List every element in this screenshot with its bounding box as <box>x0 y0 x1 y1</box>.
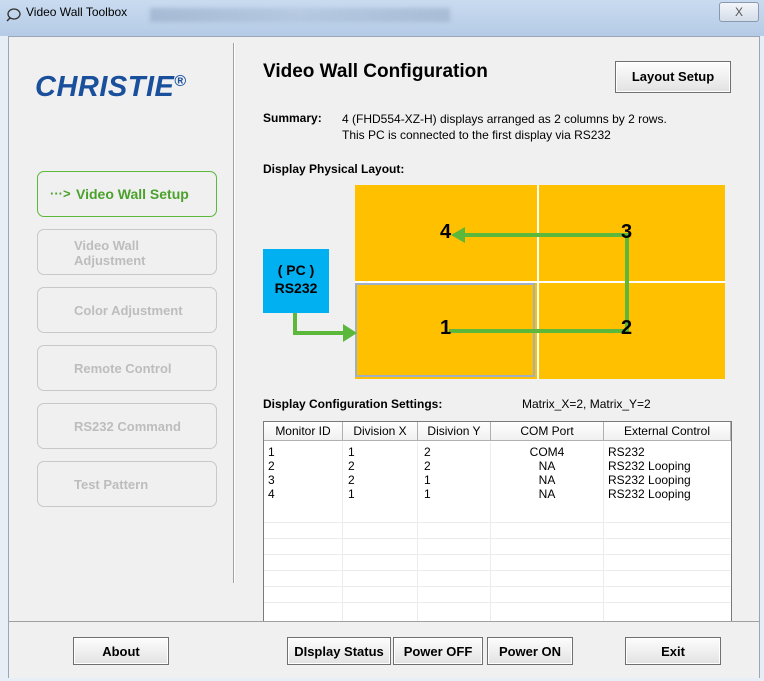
display-number-2: 2 <box>621 317 633 339</box>
nav-video-wall-setup[interactable]: ···> Video Wall Setup <box>37 171 217 217</box>
pc-connection-box: ( PC ) RS232 <box>263 249 329 313</box>
config-settings-label: Display Configuration Settings: <box>263 397 443 411</box>
app-frame: CHRISTIE® ···> Video Wall Setup Video Wa… <box>8 36 760 678</box>
nav-rs232-command[interactable]: RS232 Command <box>37 403 217 449</box>
col-com-port[interactable]: COM Port <box>491 422 604 441</box>
display-number-4: 4 <box>440 221 452 243</box>
col-monitor-id[interactable]: Monitor ID <box>264 422 343 441</box>
row-line <box>264 602 731 603</box>
nav-label-line2: Adjustment <box>74 253 146 268</box>
display-number-3: 3 <box>621 221 633 243</box>
row-line <box>264 586 731 587</box>
cell-division-y: 1 <box>424 473 431 487</box>
display-wall-grid: 4 3 1 2 <box>355 185 725 379</box>
pc-connection-arrow <box>293 313 357 342</box>
nav-label: Video Wall Setup <box>76 186 189 202</box>
pc-port: RS232 <box>274 280 318 296</box>
table-row[interactable]: 4 1 1 NA RS232 Looping <box>264 487 731 503</box>
christie-logo: CHRISTIE® <box>35 71 187 103</box>
pc-label: ( PC ) <box>277 262 315 278</box>
cell-external-control: RS232 Looping <box>608 459 691 473</box>
display-status-button[interactable]: DIsplay Status <box>287 637 391 665</box>
nav-video-wall-adjustment[interactable]: Video Wall Adjustment <box>37 229 217 275</box>
cell-division-y: 2 <box>424 445 431 459</box>
matrix-text: Matrix_X=2, Matrix_Y=2 <box>522 397 651 411</box>
table-header: Monitor ID Division X Disivion Y COM Por… <box>264 422 731 442</box>
cell-monitor-id: 1 <box>268 445 275 459</box>
display-config-table: Monitor ID Division X Disivion Y COM Por… <box>263 421 732 623</box>
layout-setup-button[interactable]: Layout Setup <box>615 61 731 93</box>
col-external-control[interactable]: External Control <box>604 422 731 441</box>
power-on-button[interactable]: Power ON <box>487 637 573 665</box>
cell-external-control: RS232 <box>608 445 645 459</box>
physical-layout-label: Display Physical Layout: <box>263 162 405 176</box>
cell-external-control: RS232 Looping <box>608 487 691 501</box>
nav-label: Color Adjustment <box>74 303 183 318</box>
nav-test-pattern[interactable]: Test Pattern <box>37 461 217 507</box>
cell-monitor-id: 4 <box>268 487 275 501</box>
close-icon: X <box>734 5 743 19</box>
arrow-right-icon: ···> <box>50 186 71 201</box>
window-title: Video Wall Toolbox <box>26 5 128 19</box>
blurred-region <box>150 8 450 22</box>
cell-division-x: 2 <box>348 473 355 487</box>
summary-text: 4 (FHD554-XZ-H) displays arranged as 2 c… <box>342 112 667 142</box>
left-panel: CHRISTIE® ···> Video Wall Setup Video Wa… <box>9 37 233 621</box>
cell-com-port: NA <box>538 459 556 473</box>
app-icon <box>6 8 21 22</box>
cell-division-y: 1 <box>424 487 431 501</box>
row-line <box>264 538 731 539</box>
nav-label: Remote Control <box>74 361 172 376</box>
daisy-chain-arrows <box>449 227 629 333</box>
exit-button[interactable]: Exit <box>625 637 721 665</box>
nav-label: Test Pattern <box>74 477 149 492</box>
col-division-x[interactable]: Division X <box>343 422 418 441</box>
close-button[interactable]: X <box>719 2 759 22</box>
cell-monitor-id: 2 <box>268 459 275 473</box>
cell-division-x: 1 <box>348 445 355 459</box>
cell-division-x: 2 <box>348 459 355 473</box>
cell-external-control: RS232 Looping <box>608 473 691 487</box>
nav-label: RS232 Command <box>74 419 181 434</box>
nav-label-line1: Video Wall <box>74 238 140 253</box>
display-number-1: 1 <box>440 317 452 339</box>
nav-color-adjustment[interactable]: Color Adjustment <box>37 287 217 333</box>
row-line <box>264 554 731 555</box>
row-line <box>264 522 731 523</box>
cell-division-x: 1 <box>348 487 355 501</box>
about-button[interactable]: About <box>73 637 169 665</box>
title-bar: Video Wall Toolbox X <box>0 0 764 36</box>
cell-com-port: NA <box>538 487 556 501</box>
cell-com-port: COM4 <box>529 445 565 459</box>
summary-label: Summary: <box>263 111 322 125</box>
page-title: Video Wall Configuration <box>263 61 488 82</box>
power-off-button[interactable]: Power OFF <box>393 637 483 665</box>
panel-divider <box>233 43 235 583</box>
cell-com-port: NA <box>538 473 556 487</box>
nav-remote-control[interactable]: Remote Control <box>37 345 217 391</box>
cell-division-y: 2 <box>424 459 431 473</box>
col-division-y[interactable]: Disivion Y <box>418 422 491 441</box>
cell-monitor-id: 3 <box>268 473 275 487</box>
row-line <box>264 570 731 571</box>
